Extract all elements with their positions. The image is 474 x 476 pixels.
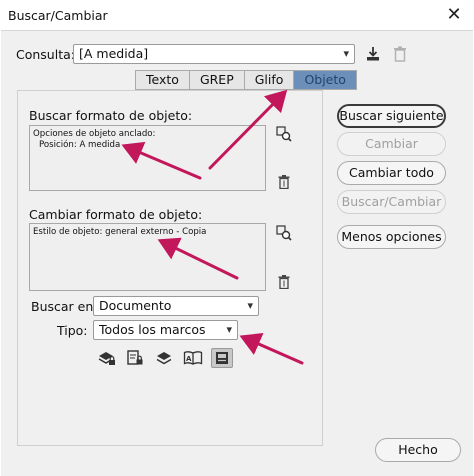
tab-glifo[interactable]: Glifo	[244, 70, 295, 90]
query-select[interactable]: [A medida] ▾	[73, 44, 355, 64]
search-in-select[interactable]: Documento ▾	[93, 296, 259, 316]
include-hidden-layers-icon[interactable]	[153, 348, 175, 368]
chevron-down-icon: ▾	[343, 47, 349, 60]
find-change-button[interactable]: Buscar/Cambiar	[337, 190, 446, 214]
change-button[interactable]: Cambiar	[337, 132, 446, 156]
type-label: Tipo:	[57, 323, 88, 338]
include-locked-layers-icon[interactable]	[96, 348, 118, 368]
change-format-line: Estilo de objeto: general externo - Copi…	[33, 227, 207, 237]
search-mode-tabs: Texto GREP Glifo Objeto	[135, 70, 357, 90]
change-format-box[interactable]: Estilo de objeto: general externo - Copi…	[29, 223, 266, 291]
find-format-line: Posición: A medida	[39, 140, 121, 150]
find-change-dialog: Consulta: [A medida] ▾ Texto GREP Glifo …	[1, 30, 473, 476]
window-title: Buscar/Cambiar	[8, 8, 108, 23]
change-all-button[interactable]: Cambiar todo	[337, 161, 446, 185]
svg-text:A: A	[186, 355, 192, 363]
include-master-pages-icon[interactable]: A	[182, 348, 204, 368]
include-locked-objects-icon[interactable]	[124, 348, 146, 368]
change-format-label: Cambiar formato de objeto:	[29, 207, 203, 222]
include-footnotes-icon[interactable]	[211, 348, 233, 368]
query-value: [A medida]	[79, 46, 149, 61]
title-bar: Buscar/Cambiar ✕	[0, 0, 474, 30]
find-format-box[interactable]: Opciones de objeto anclado: Posición: A …	[29, 125, 266, 191]
chevron-down-icon: ▾	[247, 299, 253, 312]
tab-texto[interactable]: Texto	[135, 70, 190, 90]
find-next-button[interactable]: Buscar siguiente	[337, 104, 446, 128]
chevron-down-icon: ▾	[226, 323, 232, 336]
search-in-label: Buscar en:	[31, 299, 98, 314]
specify-change-format-icon[interactable]	[275, 224, 293, 242]
specify-find-format-icon[interactable]	[275, 125, 293, 143]
find-format-label: Buscar formato de objeto:	[29, 108, 193, 123]
clear-find-format-icon[interactable]	[275, 173, 293, 191]
close-icon[interactable]: ✕	[440, 3, 468, 27]
search-in-value: Documento	[99, 298, 172, 313]
tab-grep[interactable]: GREP	[189, 70, 245, 90]
delete-query-icon[interactable]	[390, 44, 410, 64]
tab-objeto[interactable]: Objeto	[294, 70, 357, 90]
type-value: Todos los marcos	[99, 322, 206, 337]
fewer-options-button[interactable]: Menos opciones	[337, 225, 446, 249]
save-query-icon[interactable]	[363, 44, 383, 64]
query-label: Consulta:	[16, 47, 75, 62]
done-button[interactable]: Hecho	[375, 438, 461, 462]
options-panel: Buscar formato de objeto: Opciones de ob…	[17, 90, 323, 446]
type-select[interactable]: Todos los marcos ▾	[93, 320, 238, 340]
clear-change-format-icon[interactable]	[275, 273, 293, 291]
find-format-line: Opciones de objeto anclado:	[33, 129, 156, 139]
